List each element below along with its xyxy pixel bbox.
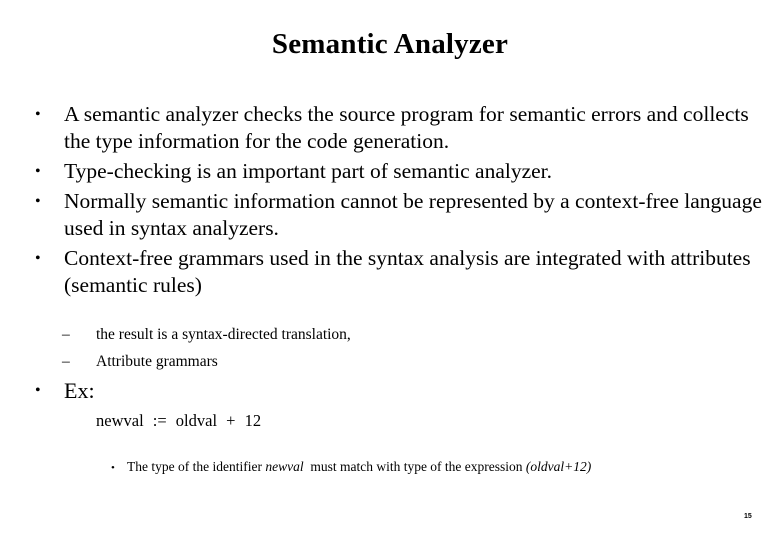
bullet-item: • Normally semantic information cannot b… xyxy=(35,188,770,242)
dash-icon: – xyxy=(62,326,70,343)
bullet-icon: • xyxy=(35,193,41,210)
example-bullet: • Ex: xyxy=(35,377,95,405)
note-middle: must match with type of the expression xyxy=(303,459,526,474)
slide-title: Semantic Analyzer xyxy=(271,28,509,60)
bullet-icon: • xyxy=(111,462,115,474)
bullet-icon: • xyxy=(35,106,41,123)
sub-bullet-list: – the result is a syntax-directed transl… xyxy=(62,324,351,378)
dash-icon: – xyxy=(62,353,70,370)
sub-bullet-text: Attribute grammars xyxy=(96,353,218,370)
note-identifier: newval xyxy=(265,459,304,474)
bullet-text: Type-checking is an important part of se… xyxy=(64,159,553,183)
example-note: • The type of the identifier newval must … xyxy=(111,459,591,475)
bullet-icon: • xyxy=(35,250,41,267)
example-label: Ex: xyxy=(64,378,95,403)
sub-bullet-text: the result is a syntax-directed translat… xyxy=(96,326,351,343)
bullet-item: • Type-checking is an important part of … xyxy=(35,158,770,185)
bullet-item: • Context-free grammars used in the synt… xyxy=(35,245,770,299)
bullet-icon: • xyxy=(35,382,41,399)
bullet-text: A semantic analyzer checks the source pr… xyxy=(64,102,749,153)
bullet-icon: • xyxy=(35,163,41,180)
main-bullet-list: • A semantic analyzer checks the source … xyxy=(35,101,770,302)
sub-bullet-item: – the result is a syntax-directed transl… xyxy=(62,324,351,346)
example-code: newval := oldval + 12 xyxy=(96,411,262,430)
sub-bullet-item: – Attribute grammars xyxy=(62,351,351,373)
note-prefix: The type of the identifier xyxy=(127,459,266,474)
page-number: 15 xyxy=(744,513,752,520)
bullet-text: Normally semantic information cannot be … xyxy=(64,189,762,240)
note-expression: (oldval+12) xyxy=(525,459,592,474)
bullet-item: • A semantic analyzer checks the source … xyxy=(35,101,770,155)
bullet-text: Context-free grammars used in the syntax… xyxy=(64,246,751,297)
